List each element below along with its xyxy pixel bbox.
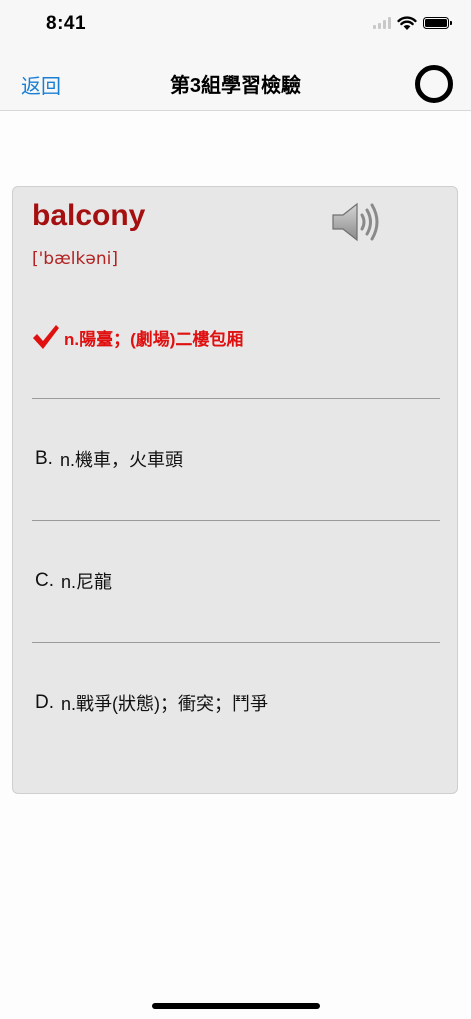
signal-icon bbox=[373, 17, 391, 29]
option-c[interactable]: C. n.尼龍 bbox=[32, 541, 440, 621]
option-b-letter: B. bbox=[35, 448, 53, 469]
status-icons bbox=[373, 15, 452, 31]
wifi-icon bbox=[397, 16, 417, 30]
option-d-letter: D. bbox=[35, 692, 54, 713]
option-c-text: n.尼龍 bbox=[61, 572, 113, 592]
option-a-text: n.陽臺；(劇場)二樓包厢 bbox=[64, 329, 244, 349]
battery-icon bbox=[423, 17, 452, 29]
quiz-card: balcony ['bælkəni] n.陽臺；(劇場)二樓包厢 B. n.機車… bbox=[12, 186, 458, 794]
quiz-phonetic: ['bælkəni] bbox=[32, 249, 118, 269]
navigation-bar: 返回 第3組學習檢驗 bbox=[0, 54, 471, 111]
option-d[interactable]: D. n.戰爭(狀態)；衝突；鬥爭 bbox=[32, 663, 440, 743]
checkmark-icon bbox=[33, 325, 59, 349]
divider bbox=[32, 398, 440, 399]
divider bbox=[32, 520, 440, 521]
home-indicator[interactable] bbox=[152, 1003, 320, 1009]
option-c-letter: C. bbox=[35, 570, 54, 591]
status-bar: 8:41 bbox=[0, 0, 471, 54]
option-a[interactable]: n.陽臺；(劇場)二樓包厢 bbox=[32, 297, 440, 377]
option-d-text: n.戰爭(狀態)；衝突；鬥爭 bbox=[61, 694, 268, 714]
circle-icon[interactable] bbox=[415, 65, 453, 103]
page-title: 第3組學習檢驗 bbox=[169, 75, 302, 97]
speaker-icon[interactable] bbox=[331, 201, 381, 243]
quiz-word: balcony bbox=[32, 199, 146, 232]
option-b-text: n.機車，火車頭 bbox=[59, 450, 183, 470]
status-time: 8:41 bbox=[46, 13, 87, 34]
option-b[interactable]: B. n.機車，火車頭 bbox=[32, 419, 440, 499]
divider bbox=[32, 642, 440, 643]
